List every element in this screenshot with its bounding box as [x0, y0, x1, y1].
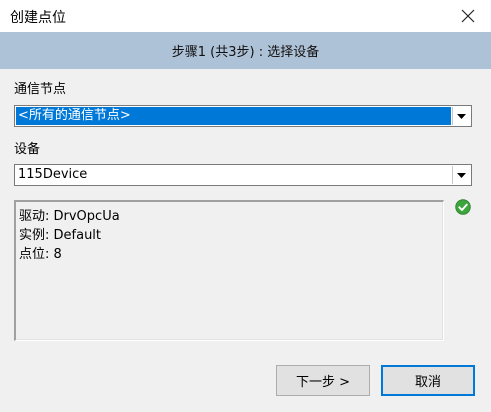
chevron-down-icon	[457, 113, 466, 119]
device-info-box: 驱动: DrvOpcUa 实例: Default 点位: 8	[14, 200, 444, 341]
next-button[interactable]: 下一步 >	[276, 365, 370, 396]
device-dropdown-button[interactable]	[452, 166, 470, 184]
window-title: 创建点位	[10, 10, 66, 26]
device-label: 设备	[14, 142, 41, 157]
device-value: 115Device	[18, 167, 88, 182]
info-driver: 驱动: DrvOpcUa	[19, 209, 120, 224]
cancel-button[interactable]: 取消	[381, 365, 475, 396]
title-bar: 创建点位	[0, 0, 491, 32]
comm-node-value: <所有的通信节点>	[16, 107, 451, 125]
close-icon	[461, 9, 475, 23]
info-points: 点位: 8	[19, 247, 62, 262]
step-text: 步骤1 (共3步) : 选择设备	[171, 45, 320, 60]
green-check-icon	[455, 199, 471, 215]
info-instance: 实例: Default	[19, 228, 102, 243]
comm-node-label: 通信节点	[14, 82, 67, 97]
comm-node-dropdown-button[interactable]	[452, 107, 470, 125]
close-button[interactable]	[445, 0, 491, 32]
device-dropdown[interactable]: 115Device	[14, 164, 472, 186]
chevron-down-icon	[457, 172, 466, 178]
step-banner: 步骤1 (共3步) : 选择设备	[0, 32, 491, 69]
comm-node-dropdown[interactable]: <所有的通信节点>	[14, 105, 472, 127]
